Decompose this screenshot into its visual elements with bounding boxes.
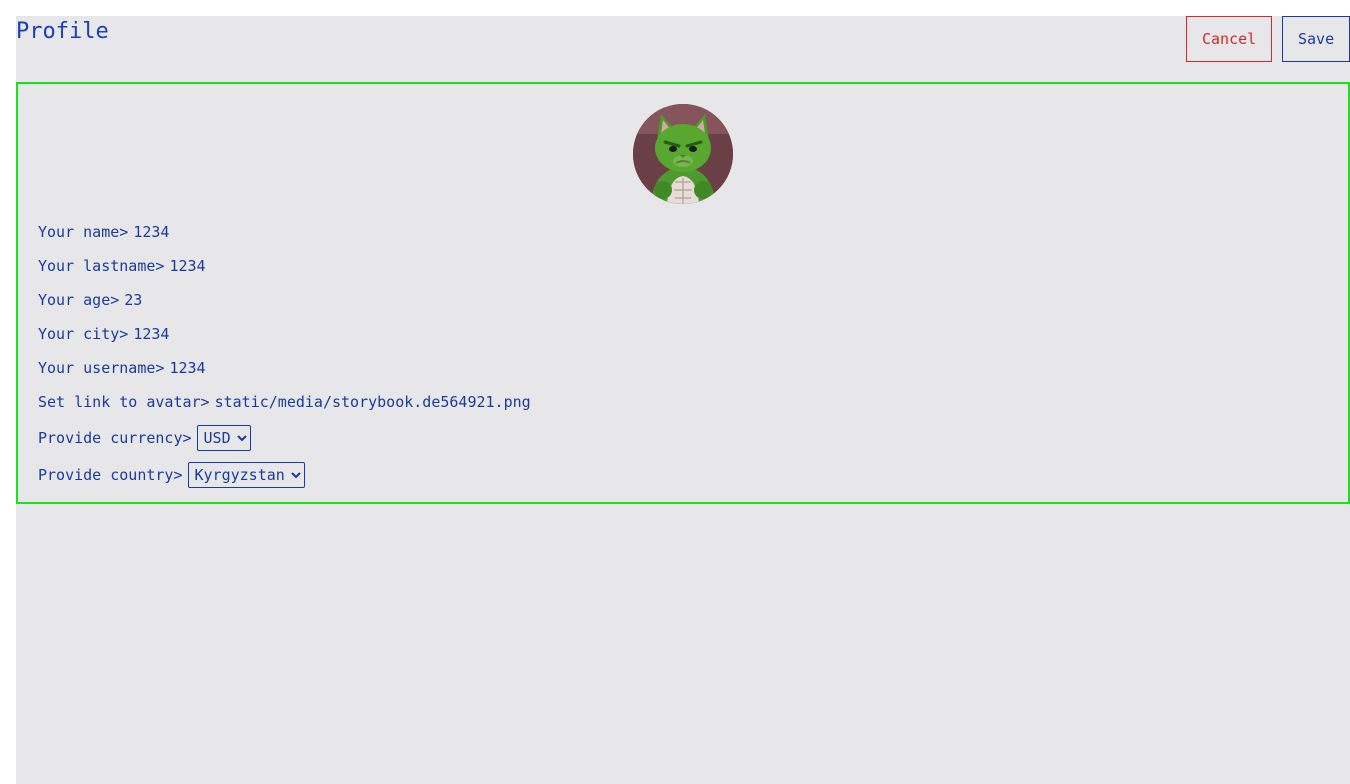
avatar (633, 104, 733, 204)
field-age: Your age> 23 (38, 283, 531, 317)
field-lastname: Your lastname> 1234 (38, 249, 531, 283)
field-label: Your name> (38, 223, 129, 241)
field-country: Provide country> Kyrgyzstan (38, 456, 531, 493)
field-label: Provide currency> (38, 428, 192, 447)
profile-card: Your name> 1234 Your lastname> 1234 Your… (16, 82, 1350, 504)
field-name: Your name> 1234 (38, 215, 531, 249)
field-label: Your city> (38, 325, 129, 343)
avatar-image (633, 104, 733, 204)
field-label: Provide country> (38, 465, 183, 484)
field-value[interactable]: 1234 (169, 257, 205, 275)
field-label: Set link to avatar> (38, 393, 210, 411)
profile-page: Profile Cancel Save Your name> 1234 Your… (16, 16, 1350, 784)
field-value[interactable]: 23 (124, 291, 142, 309)
field-city: Your city> 1234 (38, 317, 531, 351)
field-value[interactable]: 1234 (133, 325, 169, 343)
field-value[interactable]: 1234 (133, 223, 169, 241)
field-value[interactable]: 1234 (169, 359, 205, 377)
field-label: Your age> (38, 291, 120, 309)
field-label: Your lastname> (38, 257, 165, 275)
page-title: Profile (16, 19, 109, 44)
profile-fields: Your name> 1234 Your lastname> 1234 Your… (38, 215, 531, 493)
currency-select[interactable]: USD (196, 424, 251, 451)
field-avatar-link: Set link to avatar> static/media/storybo… (38, 385, 531, 419)
field-value[interactable]: static/media/storybook.de564921.png (215, 393, 531, 411)
country-select[interactable]: Kyrgyzstan (187, 461, 305, 488)
cancel-button[interactable]: Cancel (1186, 16, 1272, 62)
profile-header: Profile Cancel Save (16, 16, 1350, 82)
field-label: Your username> (38, 359, 165, 377)
save-button[interactable]: Save (1282, 16, 1350, 62)
field-currency: Provide currency> USD (38, 419, 531, 456)
field-username: Your username> 1234 (38, 351, 531, 385)
